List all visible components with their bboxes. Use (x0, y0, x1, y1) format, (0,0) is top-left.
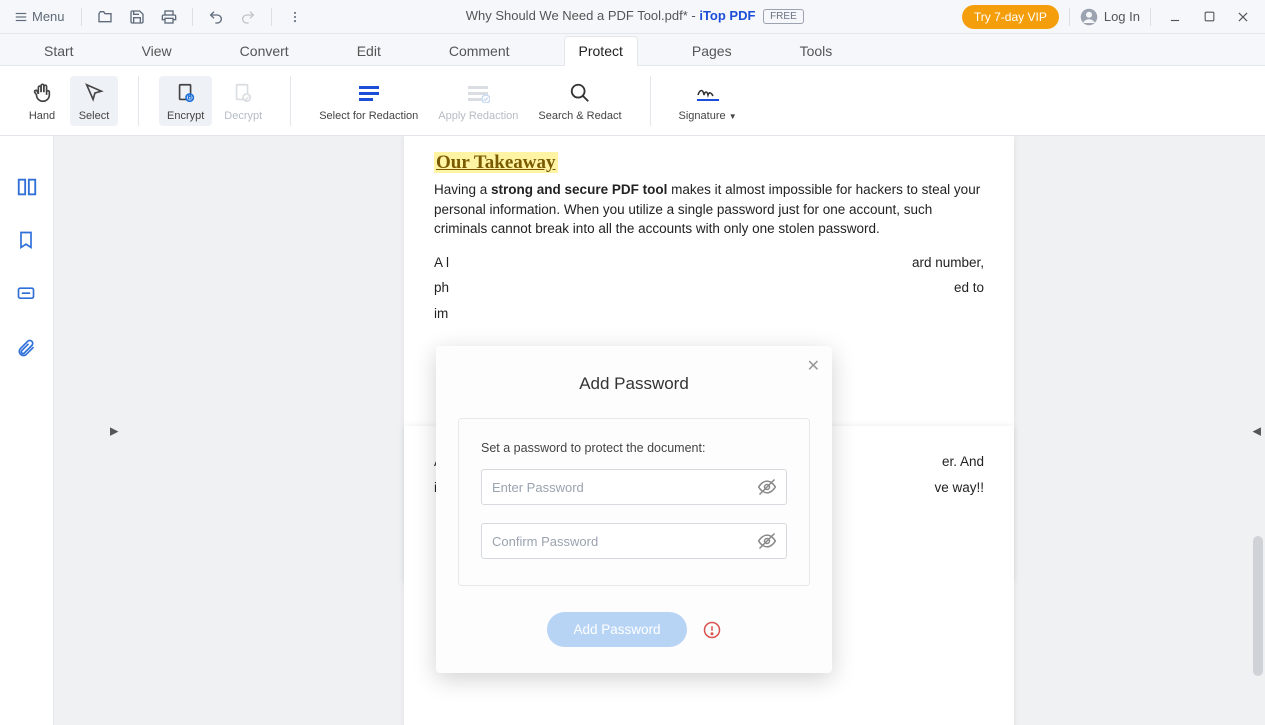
select-redaction-label: Select for Redaction (319, 110, 418, 122)
tab-start[interactable]: Start (30, 37, 88, 65)
sidebar (0, 136, 54, 725)
titlebar: Menu Why Should We Need a PDF Tool.pdf* … (0, 0, 1265, 34)
free-badge: FREE (763, 9, 804, 24)
redo-button[interactable] (235, 4, 261, 30)
separator (1150, 8, 1151, 26)
toggle-visibility-icon[interactable] (757, 477, 777, 497)
encrypt-icon (173, 80, 199, 106)
ribbon-group-encrypt: Encrypt Decrypt (159, 76, 270, 126)
apply-redaction-icon (465, 80, 491, 106)
hand-tool[interactable]: Hand (18, 76, 66, 126)
dialog-body: Set a password to protect the document: (458, 418, 810, 586)
redaction-select-icon (356, 80, 382, 106)
ribbon-group-select: Hand Select (18, 76, 118, 126)
doc-paragraph-1: Having a strong and secure PDF tool make… (434, 180, 984, 239)
separator (1069, 8, 1070, 26)
tab-comment[interactable]: Comment (435, 37, 524, 65)
vertical-scrollbar[interactable] (1253, 536, 1263, 676)
signature-tool[interactable]: Signature ▼ (671, 76, 745, 126)
thumbnails-panel-button[interactable] (16, 176, 38, 198)
doc-paragraph-2: A lard number, (434, 253, 984, 273)
close-window-button[interactable] (1229, 3, 1257, 31)
tabbar: Start View Convert Edit Comment Protect … (0, 34, 1265, 66)
try-vip-button[interactable]: Try 7-day VIP (962, 5, 1059, 29)
signature-icon (695, 80, 721, 106)
decrypt-icon (230, 80, 256, 106)
select-for-redaction-tool[interactable]: Select for Redaction (311, 76, 426, 126)
tab-convert[interactable]: Convert (226, 37, 303, 65)
more-button[interactable] (282, 4, 308, 30)
decrypt-tool[interactable]: Decrypt (216, 76, 270, 126)
select-label: Select (79, 110, 110, 122)
tab-edit[interactable]: Edit (343, 37, 395, 65)
search-icon (567, 80, 593, 106)
hand-label: Hand (29, 110, 55, 122)
toggle-visibility-icon[interactable] (757, 531, 777, 551)
select-tool[interactable]: Select (70, 76, 118, 126)
apply-redaction-label: Apply Redaction (438, 110, 518, 122)
search-redact-tool[interactable]: Search & Redact (530, 76, 629, 126)
dialog-close-button[interactable]: ✕ (807, 356, 820, 376)
titlebar-left: Menu (8, 4, 308, 30)
ribbon-separator (290, 76, 291, 126)
menu-button[interactable]: Menu (8, 9, 71, 24)
enter-password-input[interactable] (481, 469, 787, 505)
encrypt-label: Encrypt (167, 110, 204, 122)
warning-icon (703, 621, 721, 639)
titlebar-center: Why Should We Need a PDF Tool.pdf* - iTo… (308, 8, 962, 25)
doc-paragraph-4: im (434, 304, 984, 324)
ribbon-group-redaction: Select for Redaction Apply Redaction Sea… (311, 76, 629, 126)
tab-view[interactable]: View (128, 37, 186, 65)
save-button[interactable] (124, 4, 150, 30)
print-button[interactable] (156, 4, 182, 30)
separator (81, 8, 82, 26)
login-button[interactable]: Log In (1080, 8, 1140, 26)
login-label: Log In (1104, 9, 1140, 24)
bookmarks-panel-button[interactable] (16, 230, 38, 252)
open-file-button[interactable] (92, 4, 118, 30)
decrypt-label: Decrypt (224, 110, 262, 122)
tab-protect[interactable]: Protect (564, 36, 638, 66)
confirm-password-input[interactable] (481, 523, 787, 559)
dialog-actions: Add Password (458, 612, 810, 647)
doc-paragraph-3: phed to (434, 278, 984, 298)
confirm-password-field (481, 523, 787, 559)
ribbon: Hand Select Encrypt Decrypt (0, 66, 1265, 136)
search-redact-label: Search & Redact (538, 110, 621, 122)
tab-pages[interactable]: Pages (678, 37, 746, 65)
tab-tools[interactable]: Tools (786, 37, 847, 65)
add-password-button[interactable]: Add Password (547, 612, 686, 647)
menu-label: Menu (32, 9, 65, 24)
cursor-icon (81, 80, 107, 106)
ribbon-separator (138, 76, 139, 126)
enter-password-field (481, 469, 787, 505)
titlebar-right: Try 7-day VIP Log In (962, 3, 1257, 31)
apply-redaction-tool[interactable]: Apply Redaction (430, 76, 526, 126)
add-password-dialog: ✕ Add Password Set a password to protect… (436, 346, 832, 673)
dialog-title: Add Password (458, 374, 810, 394)
document-title: Why Should We Need a PDF Tool.pdf* - (466, 8, 700, 23)
dialog-label: Set a password to protect the document: (481, 441, 787, 455)
signature-label: Signature ▼ (679, 110, 737, 122)
ribbon-group-signature: Signature ▼ (671, 76, 745, 126)
encrypt-tool[interactable]: Encrypt (159, 76, 212, 126)
hand-icon (29, 80, 55, 106)
minimize-button[interactable] (1161, 3, 1189, 31)
expand-right-handle[interactable]: ◀ (1253, 424, 1261, 437)
expand-left-handle[interactable]: ▶ (110, 424, 118, 437)
comments-panel-button[interactable] (16, 284, 38, 306)
separator (271, 8, 272, 26)
app-name: iTop PDF (699, 8, 755, 23)
doc-heading: Our Takeaway (434, 152, 558, 173)
separator (192, 8, 193, 26)
undo-button[interactable] (203, 4, 229, 30)
attachments-panel-button[interactable] (16, 338, 38, 360)
maximize-button[interactable] (1195, 3, 1223, 31)
ribbon-separator (650, 76, 651, 126)
main-area: ▶ ◀ Our Takeaway Having a strong and sec… (0, 136, 1265, 725)
